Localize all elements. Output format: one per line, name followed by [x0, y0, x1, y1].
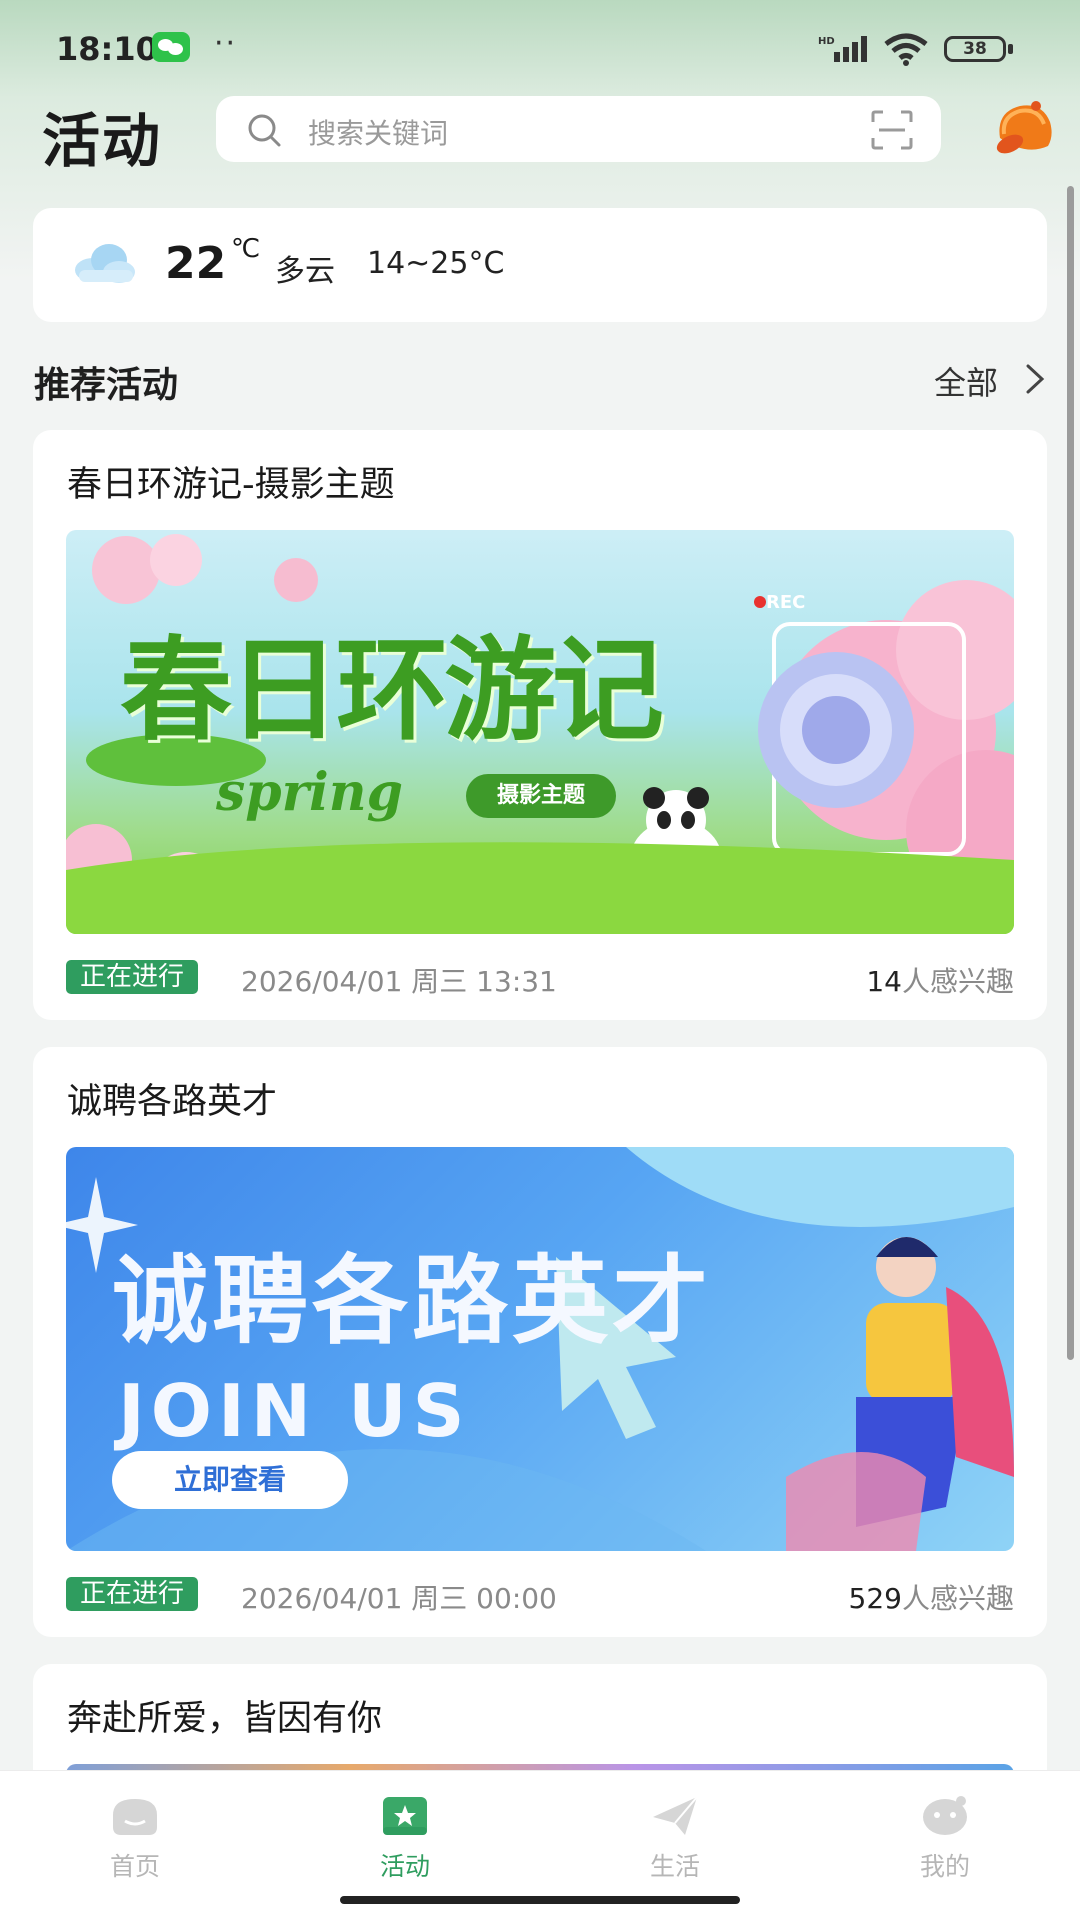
weather-card[interactable]: 22 ℃ 多云 14~25°C — [33, 208, 1047, 322]
scan-icon[interactable] — [871, 110, 913, 150]
status-time: 18:10 — [56, 30, 158, 68]
interest-label: 人感兴趣 — [901, 965, 1014, 998]
search-input[interactable]: 搜索关键词 — [216, 96, 941, 162]
nav-label: 生活 — [649, 1852, 700, 1881]
signal-icon: HD — [818, 36, 867, 62]
home-icon — [113, 1799, 157, 1835]
more-notifications-icon: ·· — [214, 26, 238, 61]
profile-icon — [923, 1796, 967, 1835]
status-badge: 正在进行 — [66, 960, 199, 994]
activity-date: 2026/04/01 周三 00:00 — [241, 1582, 557, 1615]
status-bar: 18:10 ·· HD 38 — [0, 0, 1080, 100]
banner-rec-label: REC — [766, 592, 806, 613]
nav-item-profile[interactable]: 我的 — [875, 1793, 1015, 1893]
nav-item-life[interactable]: 生活 — [605, 1793, 745, 1893]
cloud-icon — [75, 244, 135, 283]
weather-unit: ℃ — [231, 234, 261, 264]
activity-card[interactable]: 诚聘各路英才 诚聘各路英才 JOIN US 立即查看 正在进行 2026/04/… — [33, 1047, 1047, 1637]
banner-heading: 春日环游记 — [120, 625, 664, 756]
view-now-button[interactable]: 立即查看 — [112, 1451, 348, 1509]
wifi-icon — [884, 33, 928, 66]
search-placeholder: 搜索关键词 — [308, 117, 449, 150]
banner-heading: 诚聘各路英才 — [112, 1245, 712, 1357]
weather-temperature: 22 — [165, 238, 227, 289]
wechat-notification-icon — [152, 32, 190, 62]
nav-item-home[interactable]: 首页 — [65, 1793, 205, 1893]
nav-label: 活动 — [379, 1852, 430, 1881]
status-badge: 正在进行 — [66, 1577, 199, 1611]
weather-condition: 多云 — [275, 254, 335, 289]
interest-count: 529人感兴趣 — [849, 1577, 1014, 1617]
battery-tip — [1008, 44, 1013, 54]
nav-label: 首页 — [109, 1852, 160, 1881]
banner-subheading: JOIN US — [118, 1369, 471, 1453]
interest-number: 14 — [866, 965, 902, 998]
banner-subheading: spring — [216, 762, 403, 823]
battery-icon: 38 — [944, 36, 1006, 62]
scrollbar[interactable] — [1067, 186, 1074, 1360]
record-dot-icon — [754, 596, 766, 608]
activity-date: 2026/04/01 周三 13:31 — [241, 965, 557, 998]
activity-title: 诚聘各路英才 — [67, 1082, 278, 1122]
network-type-label: HD — [818, 36, 835, 47]
search-icon — [248, 114, 281, 147]
activity-title: 春日环游记-摄影主题 — [67, 465, 395, 505]
home-indicator[interactable] — [340, 1896, 740, 1904]
activity-card[interactable]: 春日环游记-摄影主题 春日环游记 spring 摄影主题 REC 正在进行 20… — [33, 430, 1047, 1020]
banner-tag: 摄影主题 — [466, 774, 616, 818]
weather-temp-range: 14~25°C — [367, 246, 505, 281]
notification-bell-icon[interactable] — [990, 98, 1058, 160]
activity-banner-image[interactable]: 诚聘各路英才 JOIN US 立即查看 — [66, 1147, 1014, 1551]
activity-icon — [383, 1797, 427, 1835]
nav-label: 我的 — [919, 1852, 970, 1881]
see-all-link[interactable]: 全部 — [934, 358, 998, 404]
chevron-right-icon[interactable] — [1022, 362, 1048, 396]
interest-number: 529 — [848, 1582, 902, 1615]
interest-label: 人感兴趣 — [901, 1582, 1014, 1615]
section-title: 推荐活动 — [34, 365, 179, 406]
page-title: 活动 — [42, 107, 163, 175]
activity-banner-image[interactable]: 春日环游记 spring 摄影主题 REC — [66, 530, 1014, 934]
nav-item-activity[interactable]: 活动 — [335, 1793, 475, 1893]
activity-title: 奔赴所爱，皆因有你 — [67, 1699, 383, 1739]
paper-plane-icon — [653, 1796, 698, 1835]
interest-count: 14人感兴趣 — [866, 960, 1014, 1000]
